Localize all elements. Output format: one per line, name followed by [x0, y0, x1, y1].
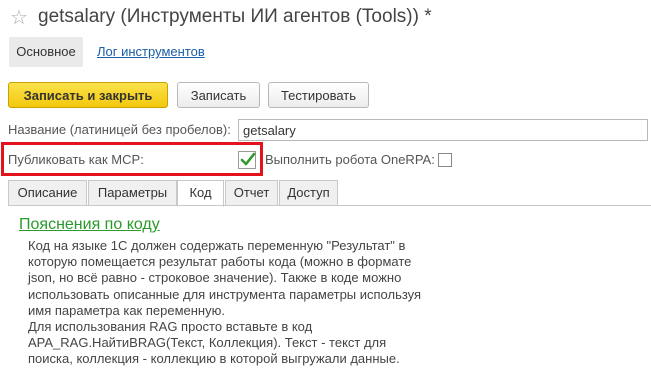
help-line: Для использования RAG просто вставьте в …: [28, 319, 313, 335]
code-help-title[interactable]: Пояснения по коду: [19, 216, 160, 234]
checkmark-icon: [240, 152, 256, 166]
rpa-label: Выполнить робота OneRPA:: [265, 152, 435, 167]
nav-link-tool-log[interactable]: Лог инструментов: [97, 44, 205, 59]
help-line: поиска, коллекция - коллекцию в которой …: [28, 351, 400, 367]
save-button[interactable]: Записать: [177, 82, 260, 108]
help-line: которую помещается результат работы кода…: [28, 254, 412, 270]
favorite-star-icon[interactable]: ☆: [10, 5, 28, 30]
tab-description[interactable]: Описание: [8, 180, 87, 206]
tab-parameters[interactable]: Параметры: [88, 180, 177, 206]
window-title: getsalary (Инструменты ИИ агентов (Tools…: [38, 6, 432, 27]
help-line: использовать описанные для инструмента п…: [28, 286, 422, 302]
tab-access[interactable]: Доступ: [279, 180, 338, 206]
save-and-close-button[interactable]: Записать и закрыть: [8, 82, 168, 108]
code-help-text: Код на языке 1С должен содержать перемен…: [28, 238, 448, 368]
rpa-checkbox[interactable]: [438, 153, 452, 167]
title-bar: ☆ getsalary (Инструменты ИИ агентов (Too…: [0, 0, 651, 36]
tab-report[interactable]: Отчет: [225, 180, 278, 206]
help-line: имя параметра как переменную.: [28, 302, 225, 318]
tab-code[interactable]: Код: [177, 180, 224, 207]
help-line: json, но всё равно - строковое значение)…: [28, 270, 402, 286]
help-line: APA_RAG.НайтиВRAG(Текст, Коллекция). Тек…: [28, 335, 387, 351]
name-field[interactable]: [238, 119, 648, 141]
tab-divider: [8, 205, 651, 206]
help-line: Код на языке 1С должен содержать перемен…: [28, 238, 406, 253]
nav-tab-main[interactable]: Основное: [9, 37, 83, 67]
name-label: Название (латиницей без пробелов):: [8, 122, 231, 137]
mcp-checkbox[interactable]: [238, 151, 256, 169]
mcp-label: Публиковать как MCP:: [8, 152, 144, 167]
test-button[interactable]: Тестировать: [268, 82, 369, 108]
